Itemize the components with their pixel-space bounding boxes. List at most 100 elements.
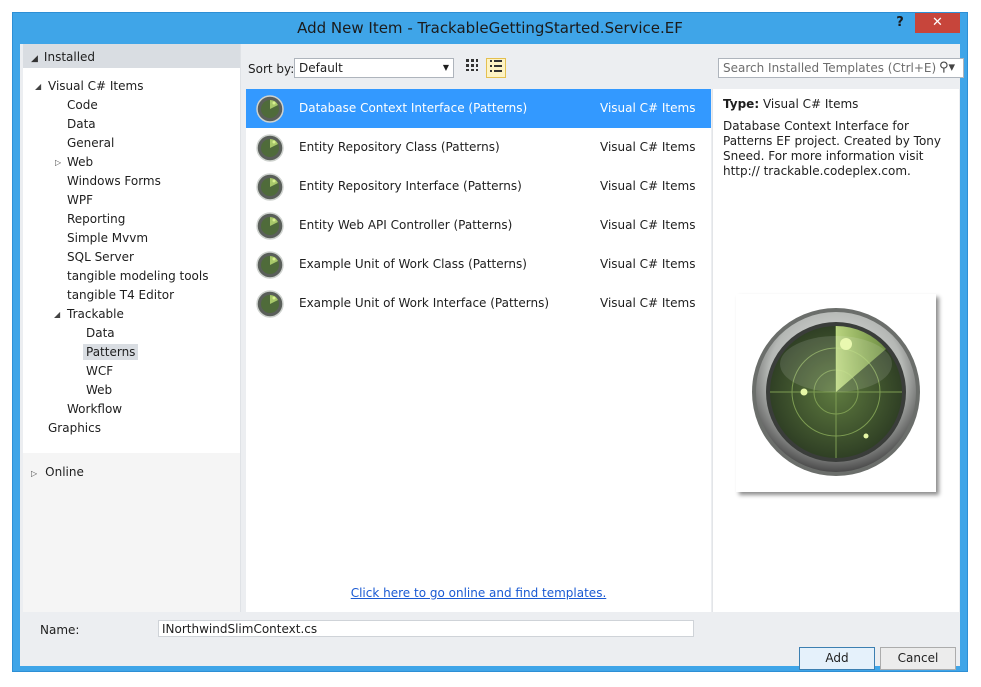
expand-arrow-icon[interactable]: ▷ — [31, 469, 37, 478]
sort-dropdown[interactable]: Default ▼ — [294, 58, 454, 78]
template-name: Example Unit of Work Interface (Patterns… — [299, 296, 550, 310]
tree-header-installed[interactable]: ◢ Installed — [23, 44, 240, 68]
template-item[interactable]: Entity Web API Controller (Patterns) Vis… — [246, 206, 711, 245]
tree-item-wpf[interactable]: WPF — [23, 191, 240, 210]
tree-item-windows-forms[interactable]: Windows Forms — [23, 172, 240, 191]
tree-item-label: SQL Server — [67, 250, 134, 264]
category-tree: ◢ Installed ◢ Visual C# Items Code Data Ge… — [23, 44, 241, 612]
detail-pane: Type: Visual C# Items Database Context I… — [712, 89, 959, 612]
collapse-arrow-icon[interactable]: ◢ — [54, 305, 60, 324]
online-templates-link[interactable]: Click here to go online and find templat… — [246, 586, 711, 600]
template-description: Database Context Interface for Patterns … — [723, 119, 941, 178]
type-value: Visual C# Items — [762, 97, 859, 111]
template-category: Visual C# Items — [600, 296, 696, 310]
tree-item-label: WCF — [86, 364, 114, 378]
tree-item-patterns[interactable]: Patterns — [23, 343, 240, 362]
template-name: Entity Repository Class (Patterns) — [299, 140, 500, 154]
help-button[interactable]: ? — [889, 15, 911, 35]
tree-item-wcf[interactable]: WCF — [23, 362, 240, 381]
expand-arrow-icon[interactable]: ▷ — [55, 153, 61, 172]
template-category: Visual C# Items — [600, 179, 696, 193]
tree-item-visual-csharp[interactable]: ◢ Visual C# Items — [23, 77, 240, 96]
grid-view-icon — [466, 59, 478, 71]
radar-template-icon — [256, 173, 284, 201]
template-name: Entity Web API Controller (Patterns) — [299, 218, 513, 232]
radar-template-icon — [256, 251, 284, 279]
template-name: Entity Repository Interface (Patterns) — [299, 179, 522, 193]
radar-template-icon — [256, 95, 284, 123]
tree-item-graphics[interactable]: Graphics — [23, 419, 240, 438]
search-icon[interactable]: ⚲▾ — [939, 60, 955, 75]
name-input[interactable]: INorthwindSlimContext.cs — [158, 620, 694, 637]
radar-template-icon — [256, 212, 284, 240]
close-button[interactable]: ✕ — [915, 13, 960, 33]
tree-item-simple-mvvm[interactable]: Simple Mvvm — [23, 229, 240, 248]
type-line: Type: Visual C# Items — [723, 97, 858, 111]
tree-item-label: Simple Mvvm — [67, 231, 149, 245]
list-view-icon — [490, 60, 502, 72]
window-title: Add New Item - TrackableGettingStarted.S… — [297, 19, 683, 37]
tree-item-workflow[interactable]: Workflow — [23, 400, 240, 419]
template-item[interactable]: Example Unit of Work Class (Patterns) Vi… — [246, 245, 711, 284]
tree-item-label: General — [67, 136, 115, 150]
tree-item-trackable-data[interactable]: Data — [23, 324, 240, 343]
tree-item-label: Windows Forms — [67, 174, 161, 188]
sort-label: Sort by: — [248, 62, 295, 76]
chevron-down-icon: ▼ — [442, 63, 449, 72]
tree-item-general[interactable]: General — [23, 134, 240, 153]
tree-body: ◢ Visual C# Items Code Data General ▷ Web … — [23, 68, 240, 453]
tree-header-label: Installed — [43, 50, 96, 64]
template-name: Database Context Interface (Patterns) — [299, 101, 528, 115]
tree-item-code[interactable]: Code — [23, 96, 240, 115]
dialog-content: ◢ Installed ◢ Visual C# Items Code Data Ge… — [20, 44, 964, 670]
tree-item-reporting[interactable]: Reporting — [23, 210, 240, 229]
template-item[interactable]: Entity Repository Interface (Patterns) V… — [246, 167, 711, 206]
tree-item-label: Patterns — [83, 344, 139, 360]
dialog-window: Add New Item - TrackableGettingStarted.S… — [12, 12, 968, 672]
tree-item-tangible-modeling[interactable]: tangible modeling tools — [23, 267, 240, 286]
collapse-arrow-icon[interactable]: ◢ — [35, 77, 41, 96]
small-icons-view-button[interactable] — [462, 58, 482, 78]
tree-item-label: Web — [67, 155, 94, 169]
template-item[interactable]: Database Context Interface (Patterns) Vi… — [246, 89, 711, 128]
tree-item-label: tangible modeling tools — [67, 269, 209, 283]
template-name: Example Unit of Work Class (Patterns) — [299, 257, 527, 271]
tree-item-label: Code — [67, 98, 98, 112]
tree-item-web[interactable]: ▷ Web — [23, 153, 240, 172]
tree-item-label: Workflow — [67, 402, 123, 416]
radar-preview-icon — [752, 308, 920, 476]
tree-item-label: WPF — [67, 193, 94, 207]
details-view-button[interactable] — [486, 58, 506, 78]
tree-item-label: Trackable — [67, 307, 124, 321]
template-preview — [736, 294, 936, 492]
tree-item-label: Web — [86, 383, 113, 397]
toolbar: Sort by: Default ▼ Search Installed Temp… — [248, 58, 964, 88]
template-category: Visual C# Items — [600, 101, 696, 115]
template-list: Database Context Interface (Patterns) Vi… — [246, 89, 711, 612]
tree-item-label: Graphics — [48, 421, 101, 435]
template-item[interactable]: Entity Repository Class (Patterns) Visua… — [246, 128, 711, 167]
tree-item-tangible-t4[interactable]: tangible T4 Editor — [23, 286, 240, 305]
cancel-button[interactable]: Cancel — [880, 647, 956, 670]
search-placeholder: Search Installed Templates (Ctrl+E) — [723, 61, 937, 75]
tree-item-label: Data — [86, 326, 115, 340]
template-category: Visual C# Items — [600, 218, 696, 232]
tree-item-online[interactable]: ▷ Online — [23, 453, 240, 493]
template-category: Visual C# Items — [600, 140, 696, 154]
tree-item-trackable[interactable]: ◢ Trackable — [23, 305, 240, 324]
tree-item-label: tangible T4 Editor — [67, 288, 175, 302]
tree-item-trackable-web[interactable]: Web — [23, 381, 240, 400]
tree-item-label: Online — [45, 465, 84, 479]
add-button[interactable]: Add — [799, 647, 875, 670]
template-category: Visual C# Items — [600, 257, 696, 271]
template-item[interactable]: Example Unit of Work Interface (Patterns… — [246, 284, 711, 323]
tree-item-data[interactable]: Data — [23, 115, 240, 134]
tree-item-label: Data — [67, 117, 96, 131]
type-label: Type: — [723, 97, 760, 111]
collapse-arrow-icon[interactable]: ◢ — [31, 54, 38, 64]
tree-item-sql-server[interactable]: SQL Server — [23, 248, 240, 267]
radar-template-icon — [256, 290, 284, 318]
name-label: Name: — [40, 623, 80, 637]
title-bar[interactable]: Add New Item - TrackableGettingStarted.S… — [13, 13, 967, 44]
search-input[interactable]: Search Installed Templates (Ctrl+E) ⚲▾ — [718, 58, 964, 78]
